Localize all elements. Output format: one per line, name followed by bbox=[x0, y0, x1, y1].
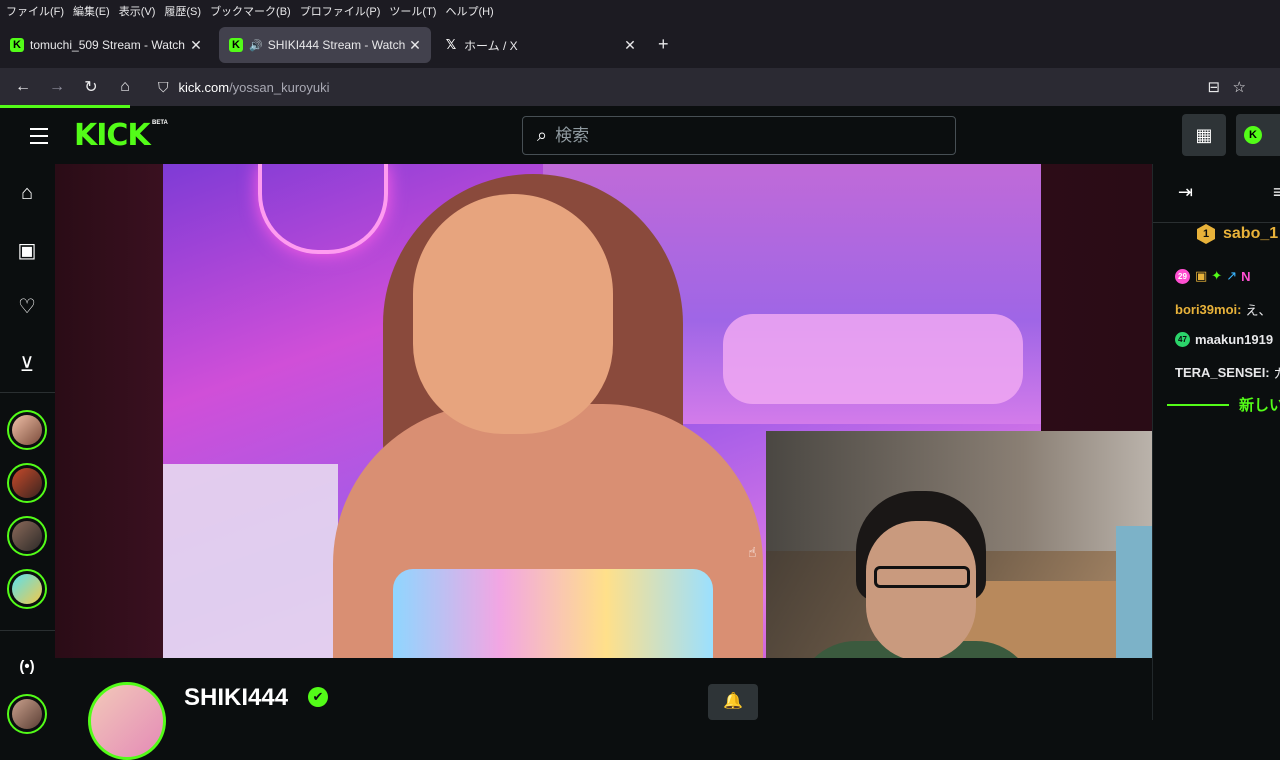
gifter-rank-badge: 1 bbox=[1197, 224, 1215, 244]
menu-bookmarks[interactable]: ブックマーク(B) bbox=[210, 3, 291, 19]
live-broadcast-icon[interactable]: (•) bbox=[14, 654, 40, 680]
tab-title: SHIKI444 Stream - Watch Li bbox=[267, 38, 405, 52]
chat-text: え、 bbox=[1245, 303, 1272, 318]
kick-header: KICK BETA ⌕ ▦ K bbox=[0, 108, 1280, 164]
browse-icon[interactable]: ▣ bbox=[14, 238, 40, 264]
video-shelf bbox=[163, 464, 338, 658]
chat-message: TERA_SENSEI: ガ bbox=[1175, 363, 1280, 382]
channel-avatar[interactable] bbox=[88, 682, 166, 760]
kicks-button[interactable]: K bbox=[1236, 114, 1280, 156]
new-messages-line bbox=[1167, 403, 1229, 406]
subscriber-badge-icon: 29 bbox=[1175, 268, 1190, 284]
inbox-icon[interactable]: ⊻ bbox=[14, 352, 40, 378]
chat-message: 29 ▣ ✦ ↗ N bbox=[1175, 268, 1255, 284]
tab-title: tomuchi_509 Stream - Watch Li bbox=[30, 38, 186, 52]
following-heart-icon[interactable]: ♡ bbox=[14, 294, 40, 320]
verified-badge-icon: ✔ bbox=[308, 687, 328, 707]
menu-tools[interactable]: ツール(T) bbox=[389, 3, 436, 19]
mouse-cursor-icon: ☝ bbox=[748, 544, 757, 560]
chat-text: ガ bbox=[1274, 363, 1280, 382]
menu-file[interactable]: ファイル(F) bbox=[6, 3, 64, 19]
hamburger-menu-icon[interactable] bbox=[30, 128, 48, 149]
channel-info: SHIKI444 ✔ 🔔 bbox=[55, 658, 1152, 760]
subscriber-badge-icon: 47 bbox=[1175, 332, 1190, 347]
video-player[interactable] bbox=[55, 164, 1152, 658]
sidebar-channel-avatar[interactable] bbox=[7, 410, 47, 450]
bookmark-star-icon[interactable]: ☆ bbox=[1233, 79, 1246, 96]
sparkle-badge-icon: ✦ bbox=[1211, 268, 1223, 283]
browse-button[interactable]: ▦ bbox=[1182, 114, 1226, 156]
browser-toolbar-icons: ⊟ ☆ bbox=[1207, 78, 1246, 96]
sidebar-divider bbox=[0, 392, 55, 393]
notification-bell-button[interactable]: 🔔 bbox=[708, 684, 758, 720]
sidebar-channel-avatar[interactable] bbox=[7, 463, 47, 503]
pinned-gifter[interactable]: 1 sabo_1 bbox=[1197, 224, 1278, 244]
close-tab-icon[interactable]: ✕ bbox=[186, 37, 206, 54]
x-favicon-icon: 𝕏 bbox=[445, 37, 457, 52]
chat-username[interactable]: maakun1919 bbox=[1195, 332, 1273, 347]
menu-history[interactable]: 履歴(S) bbox=[164, 3, 201, 19]
kicks-coin-icon: K bbox=[1244, 126, 1262, 144]
bell-icon: 🔔 bbox=[723, 693, 743, 710]
search-box[interactable]: ⌕ bbox=[522, 116, 956, 155]
staff-badge-icon: ↗ bbox=[1226, 268, 1238, 283]
picture-in-picture-overlay bbox=[766, 431, 1152, 658]
new-messages-label: 新しい bbox=[1239, 397, 1280, 414]
tab-x-home[interactable]: 𝕏 ホーム / X ✕ bbox=[434, 27, 646, 63]
chat-panel: ⇥ ≡ 1 sabo_1 29 ▣ ✦ ↗ N bori39moi: え、 47… bbox=[1152, 164, 1280, 720]
speaker-icon[interactable]: 🔊 bbox=[249, 39, 263, 52]
sidebar-channel-avatar[interactable] bbox=[7, 694, 47, 734]
home-icon[interactable]: ⌂ bbox=[108, 78, 142, 96]
save-page-icon[interactable]: ⊟ bbox=[1207, 79, 1220, 96]
menu-bar: ファイル(F) 編集(E) 表示(V) 履歴(S) ブックマーク(B) プロファ… bbox=[0, 0, 1280, 22]
tab-title: ホーム / X bbox=[464, 38, 518, 53]
tab-shiki444[interactable]: K 🔊 SHIKI444 Stream - Watch Li ✕ bbox=[219, 27, 431, 63]
pinned-username: sabo_1 bbox=[1223, 225, 1279, 242]
forward-arrow-icon[interactable]: → bbox=[40, 78, 74, 96]
address-bar[interactable]: ⛉ kick.com /yossan_kuroyuki ⊟ ☆ bbox=[150, 73, 1262, 101]
chat-menu-icon[interactable]: ≡ bbox=[1273, 182, 1280, 203]
search-input[interactable] bbox=[555, 125, 916, 146]
home-icon[interactable]: ⌂ bbox=[14, 180, 40, 206]
chat-message: 47 maakun1919 bbox=[1175, 332, 1277, 347]
chat-username[interactable]: bori39moi: bbox=[1175, 302, 1241, 317]
url-path: /yossan_kuroyuki bbox=[229, 79, 330, 95]
sidebar: ⌂ ▣ ♡ ⊻ (•) bbox=[0, 164, 55, 734]
menu-help[interactable]: ヘルプ(H) bbox=[445, 3, 493, 19]
gift-badge-icon: ▣ bbox=[1195, 268, 1208, 283]
sidebar-divider bbox=[0, 630, 55, 631]
navigation-bar: ← → ↻ ⌂ ⛉ kick.com /yossan_kuroyuki ⊟ ☆ bbox=[0, 68, 1280, 106]
chat-header-divider bbox=[1153, 222, 1280, 223]
tab-tomuchi[interactable]: K tomuchi_509 Stream - Watch Li ✕ bbox=[0, 27, 212, 63]
chat-username[interactable]: TERA_SENSEI: bbox=[1175, 365, 1270, 380]
collapse-chat-icon[interactable]: ⇥ bbox=[1178, 182, 1193, 203]
channel-name[interactable]: SHIKI444 bbox=[184, 684, 288, 712]
browse-grid-icon: ▦ bbox=[1195, 124, 1213, 145]
menu-view[interactable]: 表示(V) bbox=[119, 3, 156, 19]
kick-favicon-icon: K bbox=[229, 38, 243, 52]
sidebar-channel-avatar[interactable] bbox=[7, 516, 47, 556]
close-tab-icon[interactable]: ✕ bbox=[405, 37, 425, 54]
video-streamer bbox=[333, 174, 793, 658]
chat-username[interactable]: N bbox=[1241, 269, 1250, 284]
chat-message: bori39moi: え、 bbox=[1175, 300, 1271, 319]
reload-icon[interactable]: ↻ bbox=[74, 77, 108, 97]
beta-label: BETA bbox=[152, 120, 168, 126]
sidebar-channel-avatar[interactable] bbox=[7, 569, 47, 609]
close-tab-icon[interactable]: ✕ bbox=[620, 37, 640, 54]
shield-icon[interactable]: ⛉ bbox=[158, 79, 169, 96]
menu-edit[interactable]: 編集(E) bbox=[73, 3, 110, 19]
kick-logo[interactable]: KICK bbox=[74, 118, 151, 153]
kick-favicon-icon: K bbox=[10, 38, 24, 52]
new-tab-button[interactable]: + bbox=[658, 34, 669, 55]
search-icon: ⌕ bbox=[537, 125, 548, 145]
back-arrow-icon[interactable]: ← bbox=[6, 78, 40, 96]
url-host: kick.com bbox=[178, 79, 230, 95]
new-messages-divider[interactable]: 新しい bbox=[1167, 394, 1280, 415]
menu-profiles[interactable]: プロファイル(P) bbox=[300, 3, 381, 19]
tab-bar: K tomuchi_509 Stream - Watch Li ✕ K 🔊 SH… bbox=[0, 22, 1280, 68]
